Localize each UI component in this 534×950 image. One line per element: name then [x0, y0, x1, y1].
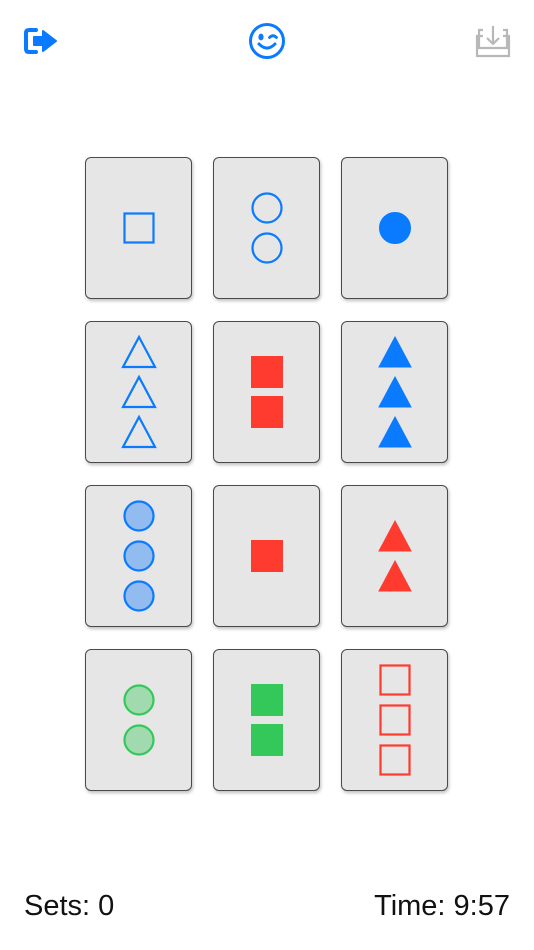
sets-counter: Sets: 0 [24, 890, 115, 922]
square-symbol [250, 684, 283, 716]
card-symbols [378, 664, 411, 776]
square-symbol [250, 540, 283, 572]
set-card[interactable] [85, 649, 192, 791]
square-symbol [250, 356, 283, 388]
winking-face-icon [249, 23, 285, 59]
set-card[interactable] [85, 485, 192, 627]
top-toolbar [0, 0, 534, 84]
timer: Time: 9:57 [374, 890, 510, 922]
circle-symbol [122, 580, 155, 612]
card-symbols [250, 684, 283, 756]
triangle-symbol [377, 375, 412, 408]
set-card[interactable] [341, 485, 448, 627]
card-symbols [378, 212, 411, 244]
set-card[interactable] [213, 649, 320, 791]
set-card[interactable] [213, 485, 320, 627]
card-symbols [377, 519, 412, 592]
circle-symbol [122, 500, 155, 532]
set-card[interactable] [213, 157, 320, 299]
card-symbols [377, 335, 412, 448]
card-symbols [122, 684, 155, 756]
circle-symbol [122, 540, 155, 572]
square-symbol [378, 704, 411, 736]
square-symbol [378, 744, 411, 776]
square-symbol [122, 212, 155, 244]
circle-symbol [378, 212, 411, 244]
circle-symbol [122, 724, 155, 756]
set-card[interactable] [341, 321, 448, 463]
card-symbols [250, 356, 283, 428]
triangle-symbol [377, 415, 412, 448]
set-card[interactable] [213, 321, 320, 463]
set-card[interactable] [85, 321, 192, 463]
set-card[interactable] [341, 649, 448, 791]
circle-symbol [122, 684, 155, 716]
card-symbols [120, 335, 157, 449]
square-symbol [250, 724, 283, 756]
set-card[interactable] [85, 157, 192, 299]
triangle-symbol [120, 374, 157, 409]
card-symbols [122, 500, 155, 612]
save-button[interactable] [470, 22, 516, 62]
card-symbols [250, 192, 283, 264]
exit-button[interactable] [20, 22, 62, 60]
square-symbol [378, 664, 411, 696]
square-symbol [250, 396, 283, 428]
triangle-symbol [120, 414, 157, 449]
triangle-symbol [120, 335, 157, 369]
download-tray-icon [475, 26, 511, 58]
triangle-symbol [377, 519, 412, 552]
circle-symbol [250, 232, 283, 264]
set-card[interactable] [341, 157, 448, 299]
triangle-symbol [377, 335, 412, 368]
circle-symbol [250, 192, 283, 224]
exit-icon [24, 28, 57, 54]
triangle-symbol [377, 559, 412, 592]
card-board [85, 157, 450, 793]
emoji-button[interactable] [246, 20, 288, 62]
card-symbols [250, 540, 283, 572]
card-symbols [122, 212, 155, 244]
